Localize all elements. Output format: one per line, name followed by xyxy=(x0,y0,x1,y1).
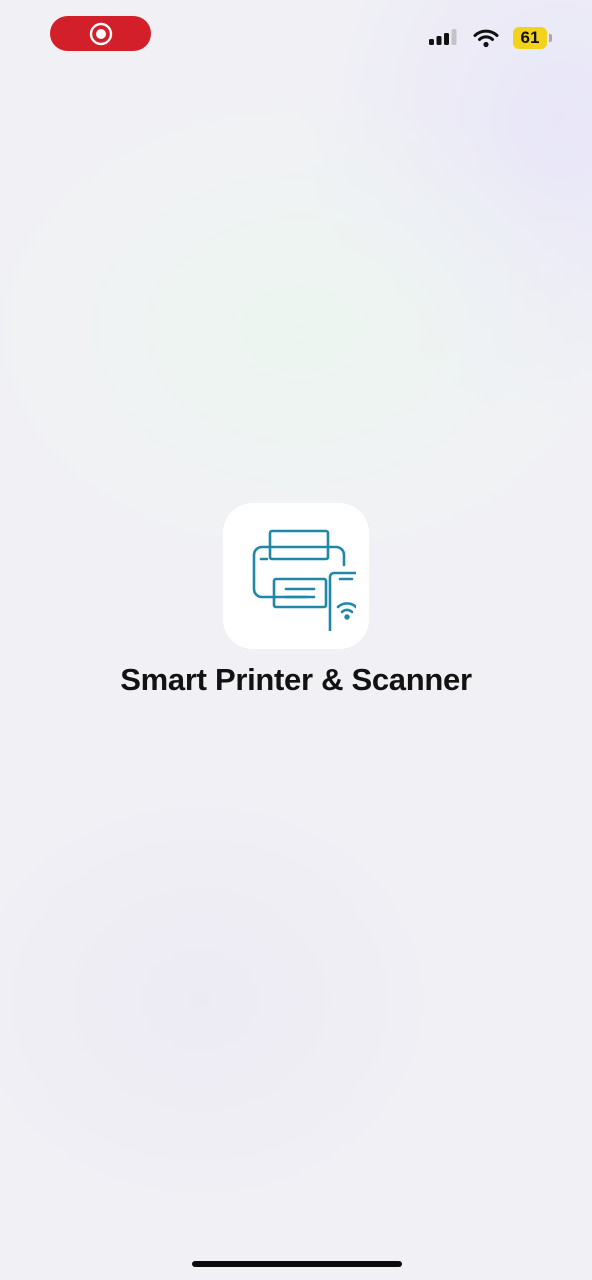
wifi-icon xyxy=(473,28,499,48)
app-icon xyxy=(223,503,369,649)
screen-recording-icon xyxy=(89,22,112,45)
app-title: Smart Printer & Scanner xyxy=(120,662,472,697)
home-indicator[interactable] xyxy=(192,1261,402,1267)
status-bar: 61 xyxy=(0,0,592,70)
cellular-signal-icon xyxy=(429,28,459,48)
printer-phone-wifi-icon xyxy=(252,529,356,631)
status-icons: 61 xyxy=(429,26,552,50)
battery-cap xyxy=(549,34,552,42)
screen-recording-indicator[interactable] xyxy=(50,16,151,51)
battery-level: 61 xyxy=(513,27,547,49)
battery-icon: 61 xyxy=(513,27,552,49)
